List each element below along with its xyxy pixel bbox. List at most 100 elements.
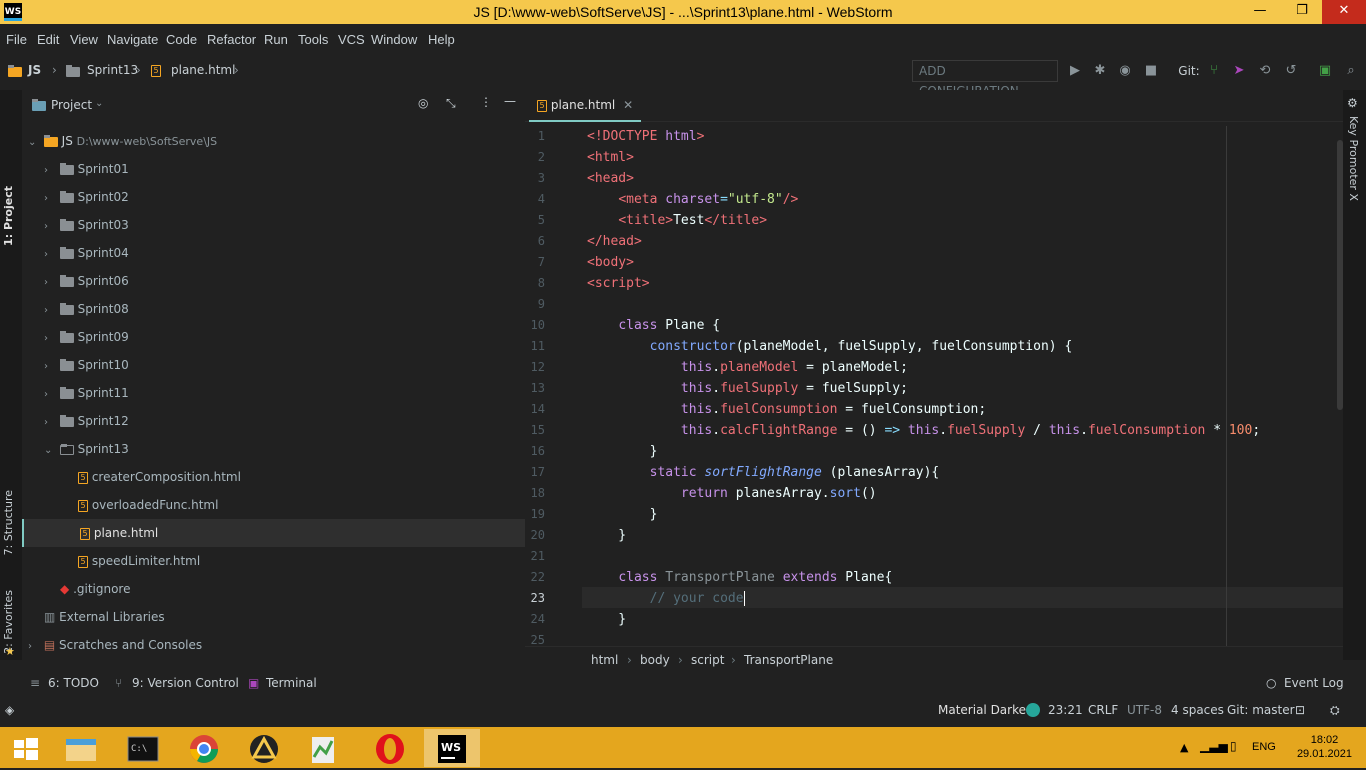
menu-navigate[interactable]: Navigate: [107, 32, 158, 47]
line-number: 14: [530, 402, 545, 416]
crumb-body[interactable]: body: [640, 647, 670, 673]
editor-tabs: 5 plane.html ✕: [525, 90, 1343, 122]
tab-key-promoter[interactable]: Key Promoter X: [1347, 116, 1360, 201]
tree-folder[interactable]: › Sprint01: [44, 155, 129, 183]
status-git-branch[interactable]: Git: master: [1227, 703, 1295, 717]
menu-file[interactable]: File: [6, 32, 27, 47]
inspector-icon[interactable]: ⛭: [1330, 703, 1340, 718]
tree-file[interactable]: 5 createrComposition.html: [78, 463, 241, 491]
tray-arrow-icon[interactable]: ▲: [1180, 741, 1188, 754]
tree-folder-open[interactable]: ⌄ Sprint13: [44, 435, 129, 463]
tab-plane-html[interactable]: 5 plane.html ✕: [529, 90, 642, 122]
webstorm-taskbar-icon[interactable]: WS: [424, 729, 480, 767]
tree-file[interactable]: 5 speedLimiter.html: [78, 547, 200, 575]
tree-folder[interactable]: › Sprint08: [44, 295, 129, 323]
tab-event-log[interactable]: Event Log: [1284, 676, 1344, 690]
tree-folder[interactable]: › Sprint04: [44, 239, 129, 267]
menu-view[interactable]: View: [70, 32, 98, 47]
app-triangle-icon[interactable]: [236, 729, 292, 767]
tree-root[interactable]: ⌄ JS D:\www-web\SoftServe\JS: [28, 127, 525, 155]
debug-icon[interactable]: ✱: [1091, 62, 1109, 80]
status-indent[interactable]: 4 spaces: [1171, 703, 1224, 717]
tab-structure-tool[interactable]: 7: Structure: [2, 490, 15, 555]
add-configuration-button[interactable]: ADD CONFIGURATION...: [912, 60, 1058, 98]
library-icon: ▥: [44, 610, 56, 624]
tree-folder[interactable]: › Sprint02: [44, 183, 129, 211]
more-options-icon[interactable]: ⋮: [480, 95, 492, 109]
tab-todo[interactable]: 6: TODO: [48, 676, 99, 690]
status-bar: ◈ Material Darker 23:21 CRLF UTF-8 4 spa…: [0, 698, 1366, 722]
chevron-down-icon[interactable]: ⌄: [95, 98, 103, 109]
menu-edit[interactable]: Edit: [37, 32, 59, 47]
menu-tools[interactable]: Tools: [298, 32, 328, 47]
tree-file[interactable]: 5 overloadedFunc.html: [78, 491, 218, 519]
locate-icon[interactable]: ◎: [418, 96, 428, 110]
status-theme[interactable]: Material Darker: [938, 703, 1031, 717]
crumb-html[interactable]: html: [591, 647, 618, 673]
menu-help[interactable]: Help: [428, 32, 455, 47]
collapse-icon[interactable]: ⤡: [446, 96, 456, 111]
tab-version-control[interactable]: 9: Version Control: [132, 676, 239, 690]
close-tab-icon[interactable]: ✕: [623, 98, 633, 112]
status-encoding[interactable]: UTF-8: [1127, 703, 1162, 717]
git-push-icon[interactable]: ➤: [1230, 62, 1248, 80]
tree-file-selected[interactable]: 5 plane.html: [22, 519, 525, 547]
breadcrumb-sprint13[interactable]: Sprint13: [87, 63, 138, 77]
line-number: 17: [530, 465, 545, 479]
search-everywhere-icon[interactable]: ⌕: [1342, 62, 1360, 80]
code-area[interactable]: <!DOCTYPE html> <html> <head> <meta char…: [587, 126, 1341, 646]
lock-icon[interactable]: ⊡: [1295, 703, 1305, 717]
tree-folder[interactable]: › Sprint10: [44, 351, 129, 379]
line-number: 12: [530, 360, 545, 374]
file-explorer-icon[interactable]: [54, 729, 110, 767]
line-number: 15: [530, 423, 545, 437]
tree-folder[interactable]: › Sprint09: [44, 323, 129, 351]
tab-project-tool[interactable]: 1: Project: [2, 186, 15, 246]
run-icon[interactable]: ▶: [1066, 62, 1084, 80]
start-button[interactable]: [0, 729, 50, 767]
language-indicator[interactable]: ENG: [1252, 741, 1276, 753]
hide-panel-icon[interactable]: —: [504, 94, 516, 108]
system-clock[interactable]: 18:02 29.01.2021: [1297, 733, 1352, 761]
code-line: this.fuelConsumption = fuelConsumption;: [680, 402, 987, 417]
chrome-icon[interactable]: [176, 729, 232, 767]
minimize-button[interactable]: —: [1242, 0, 1278, 24]
breadcrumb-plane-html[interactable]: plane.html: [171, 63, 235, 77]
menu-vcs[interactable]: VCS: [338, 32, 365, 47]
opera-icon[interactable]: [362, 729, 418, 767]
breadcrumb-js[interactable]: JS: [28, 63, 41, 77]
coverage-icon[interactable]: ◉: [1116, 62, 1134, 80]
battery-icon[interactable]: ▯: [1230, 739, 1237, 753]
menu-code[interactable]: Code: [166, 32, 197, 47]
stop-icon[interactable]: ■: [1142, 62, 1160, 80]
tree-external-libraries[interactable]: ▥ External Libraries: [44, 603, 165, 631]
project-view-select[interactable]: Project: [51, 98, 92, 112]
chevron-right-icon: ›: [234, 63, 239, 77]
command-prompt-icon[interactable]: C:\: [116, 729, 172, 767]
tree-folder[interactable]: › Sprint12: [44, 407, 129, 435]
tree-folder[interactable]: › Sprint03: [44, 211, 129, 239]
tree-folder[interactable]: › Sprint06: [44, 267, 129, 295]
tree-folder[interactable]: › Sprint11: [44, 379, 129, 407]
git-update-icon[interactable]: ⑂: [1205, 62, 1223, 80]
line-gutter[interactable]: 1 2 3 4 5 6 7 8 9 10 11 12 13 14 15 16 17 18 19 20 21 22 23 24 2…: [525, 126, 581, 647]
crumb-script[interactable]: script: [691, 647, 724, 673]
tree-gitignore[interactable]: ◆ .gitignore: [60, 575, 130, 603]
rollback-icon[interactable]: ↺: [1282, 62, 1300, 80]
menu-refactor[interactable]: Refactor: [207, 32, 256, 47]
layers-icon[interactable]: ◈: [5, 703, 14, 717]
tab-terminal[interactable]: Terminal: [266, 676, 317, 690]
tree-scratches[interactable]: › ▤ Scratches and Consoles: [28, 631, 202, 659]
close-button[interactable]: ✕: [1322, 0, 1366, 24]
menu-run[interactable]: Run: [264, 32, 288, 47]
notepad-plus-icon[interactable]: [296, 729, 352, 767]
status-position[interactable]: 23:21: [1048, 703, 1083, 717]
status-line-separator[interactable]: CRLF: [1088, 703, 1118, 717]
maximize-button[interactable]: ❐: [1284, 0, 1320, 24]
menu-window[interactable]: Window: [371, 32, 417, 47]
crumb-transportplane[interactable]: TransportPlane: [744, 647, 833, 673]
history-icon[interactable]: ⟲: [1256, 62, 1274, 80]
terminal-icon[interactable]: ▣: [1316, 62, 1334, 80]
line-number: 25: [530, 633, 545, 647]
signal-icon[interactable]: ▁▃▅: [1200, 739, 1228, 753]
